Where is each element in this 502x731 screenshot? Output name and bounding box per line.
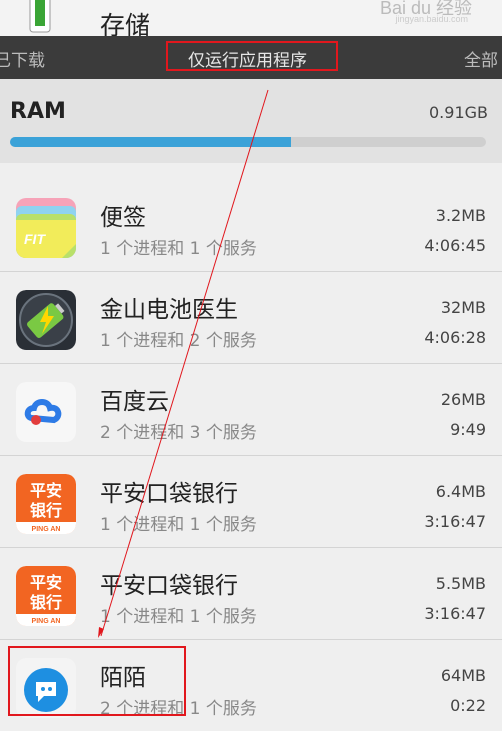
pingan-text-latin: PING AN [32, 618, 61, 625]
app-time: 9:49 [450, 420, 486, 439]
sd-card-icon [29, 0, 51, 33]
app-size: 32MB [440, 298, 486, 317]
app-name: 百度云 [100, 389, 169, 415]
pingan-text-top: 平安 [30, 573, 62, 592]
ram-progress-fill [10, 137, 291, 147]
app-time: 0:22 [450, 696, 486, 715]
app-name: 平安口袋银行 [100, 481, 238, 507]
app-size: 5.5MB [435, 574, 486, 593]
list-item[interactable]: 平安 银行 PING AN 平安口袋银行 1 个进程和 1 个服务 6.4MB … [0, 456, 502, 548]
list-item[interactable]: 平安 银行 PING AN 平安口袋银行 1 个进程和 1 个服务 5.5MB … [0, 548, 502, 640]
pingan-icon: 平安 银行 PING AN [16, 474, 76, 534]
list-item[interactable]: FIT 便签 1 个进程和 1 个服务 3.2MB 4:06:45 [0, 180, 502, 272]
ram-value: 0.91GB [429, 103, 488, 122]
app-processes: 2 个进程和 3 个服务 [100, 423, 257, 443]
app-time: 3:16:47 [424, 604, 486, 623]
list-item[interactable]: 百度云 2 个进程和 3 个服务 26MB 9:49 [0, 364, 502, 456]
pingan-text-bottom: 银行 [30, 501, 62, 520]
tab-bar: 已下载 仅运行应用程序 全部 [0, 36, 502, 79]
app-size: 64MB [440, 666, 486, 685]
baidu-cloud-icon [16, 382, 76, 442]
tab-downloaded[interactable]: 已下载 [0, 46, 45, 71]
app-size: 3.2MB [435, 206, 486, 225]
app-processes: 1 个进程和 1 个服务 [100, 607, 257, 627]
ram-label: RAM [10, 99, 66, 124]
pingan-text-bottom: 银行 [30, 593, 62, 612]
ram-panel: RAM 0.91GB [0, 79, 502, 163]
app-name: 平安口袋银行 [100, 573, 238, 599]
app-name: 金山电池医生 [100, 297, 238, 323]
app-time: 3:16:47 [424, 512, 486, 531]
app-processes: 1 个进程和 2 个服务 [100, 331, 257, 351]
highlight-box [8, 646, 186, 716]
app-time: 4:06:28 [424, 328, 486, 347]
app-name: 便签 [100, 205, 146, 231]
ram-progress-bar [10, 137, 486, 147]
watermark-url: jingyan.baidu.com [395, 14, 468, 24]
note-icon-text: FIT [24, 231, 46, 247]
app-size: 26MB [440, 390, 486, 409]
battery-icon [16, 290, 76, 350]
list-item[interactable]: 金山电池医生 1 个进程和 2 个服务 32MB 4:06:28 [0, 272, 502, 364]
note-icon: FIT [16, 198, 76, 258]
app-processes: 1 个进程和 1 个服务 [100, 515, 257, 535]
pingan-icon: 平安 银行 PING AN [16, 566, 76, 626]
app-processes: 1 个进程和 1 个服务 [100, 239, 257, 259]
pingan-text-top: 平安 [30, 481, 62, 500]
pingan-text-latin: PING AN [32, 526, 61, 533]
storage-title: 存储 [100, 11, 151, 36]
app-time: 4:06:45 [424, 236, 486, 255]
app-size: 6.4MB [435, 482, 486, 501]
storage-row[interactable]: 存储 Bai du 经验 jingyan.baidu.com [0, 0, 502, 36]
highlight-box [166, 41, 338, 71]
tab-all[interactable]: 全部 [464, 46, 498, 71]
